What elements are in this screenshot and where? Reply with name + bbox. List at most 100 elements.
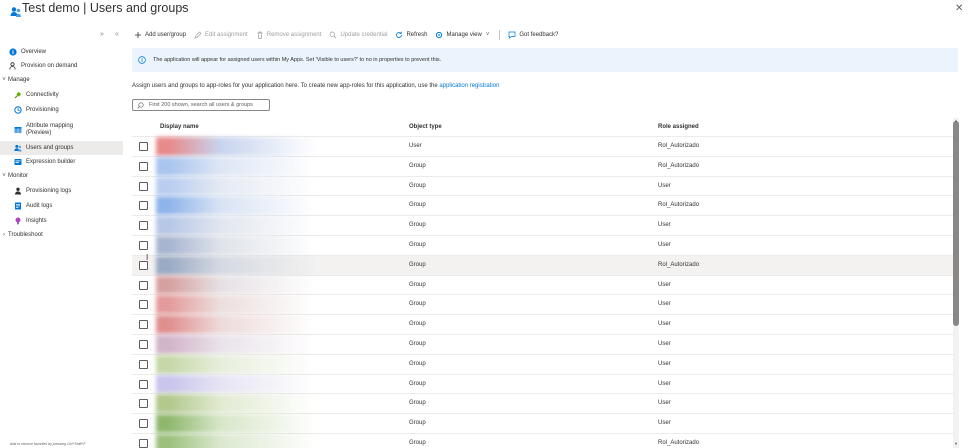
chevron-right-icon: › (3, 232, 5, 238)
object-type-cell: Group (409, 301, 426, 308)
table-row[interactable]: Group Rol_Autorizado (132, 433, 953, 448)
sidebar-item-insights[interactable]: Insights (0, 214, 123, 228)
table-row[interactable]: Group User (132, 295, 953, 316)
row-checkbox[interactable] (139, 419, 148, 429)
sidebar-item-users-and-groups[interactable]: Users and groups (0, 141, 123, 155)
row-checkbox[interactable] (139, 142, 148, 151)
feedback-icon (508, 31, 516, 39)
builder-icon (13, 158, 22, 167)
button-label: Manage view (446, 32, 482, 38)
object-type-cell: Group (409, 321, 426, 328)
scroll-down-arrow-icon[interactable]: ▼ (954, 441, 958, 446)
role-assigned-cell: Rol_Autorizado (658, 202, 700, 209)
row-checkbox[interactable] (139, 379, 148, 389)
redacted-display-name (156, 275, 316, 295)
row-checkbox[interactable] (139, 260, 148, 270)
row-checkbox[interactable] (139, 201, 148, 211)
page-title: Test demo | Users and groups (22, 1, 189, 15)
table-row[interactable]: Group User (132, 235, 953, 256)
object-type-cell: Group (409, 281, 426, 288)
sidebar-item-overview[interactable]: Overview (0, 45, 123, 59)
redacted-display-name (156, 295, 316, 315)
table-row[interactable]: Group User (132, 275, 953, 296)
column-header-role[interactable]: Role assigned (658, 124, 699, 130)
column-header-object-type[interactable]: Object type (409, 124, 442, 130)
row-checkbox[interactable] (139, 161, 148, 171)
sidebar-item-expression-builder[interactable]: Expression builder (0, 155, 123, 169)
role-assigned-cell: Rol_Autorizado (658, 143, 700, 149)
table-row[interactable]: Group Rol_Autorizado (132, 196, 953, 217)
redacted-display-name (156, 354, 316, 374)
close-button[interactable]: ✕ (955, 3, 963, 14)
scrollbar-thumb[interactable] (953, 121, 959, 326)
plug-icon (13, 91, 22, 100)
row-checkbox[interactable] (139, 280, 148, 290)
table-row[interactable]: Group User (132, 414, 953, 434)
sidebar-group-monitor[interactable]: ˅ Monitor (0, 169, 123, 183)
vertical-scrollbar[interactable] (953, 118, 959, 448)
sidebar-group-label: Monitor (8, 172, 29, 179)
sidebar-group-manage[interactable]: ˅ Manage (0, 73, 123, 87)
gear-icon (435, 31, 443, 39)
search-input[interactable] (149, 102, 267, 108)
sidebar-item-provisioning-logs[interactable]: Provisioning logs (0, 184, 123, 198)
scroll-up-arrow-icon[interactable]: ▲ (954, 118, 958, 123)
role-assigned-cell: Rol_Autorizado (658, 162, 700, 169)
app-registration-link[interactable]: application registration (439, 83, 499, 89)
edit-assignment-button[interactable]: Edit assignment (194, 31, 248, 39)
table-row[interactable]: Group User (132, 394, 953, 415)
row-checkbox[interactable] (139, 359, 148, 369)
object-type-cell: Group (409, 420, 426, 427)
remove-assignment-button[interactable]: Remove assignment (256, 31, 321, 39)
sidebar-item-audit-logs[interactable]: Audit logs (0, 199, 123, 213)
object-type-cell: Group (409, 439, 426, 446)
add-user-group-button[interactable]: Add user/group (134, 31, 186, 39)
redacted-display-name (156, 255, 316, 275)
sidebar-item-provisioning[interactable]: Provisioning (0, 103, 123, 117)
object-type-cell: Group (409, 162, 426, 169)
table-row[interactable]: User Rol_Autorizado (132, 137, 953, 157)
table-row[interactable]: Group User (132, 354, 953, 375)
feedback-button[interactable]: Got feedback? (508, 31, 558, 39)
row-checkbox[interactable] (139, 221, 148, 231)
text-cursor-icon: I (146, 253, 149, 262)
sidebar-item-label: Overview (21, 48, 47, 55)
provisioning-icon (13, 106, 22, 115)
more-actions-button[interactable]: ··· (178, 2, 187, 12)
redacted-display-name (156, 414, 316, 433)
sidebar-item-provision-on-demand[interactable]: Provision on demand (0, 59, 123, 73)
table-row[interactable]: Group User (132, 315, 953, 335)
row-checkbox[interactable] (139, 399, 148, 409)
column-header-display-name[interactable]: Display name (160, 124, 199, 130)
collapse-sidebar-button[interactable]: « (115, 31, 119, 38)
row-checkbox[interactable] (139, 320, 148, 330)
banner-text: The application will appear for assigned… (153, 57, 442, 63)
table-row[interactable]: Group Rol_Autorizado (132, 255, 953, 276)
table-row[interactable]: Group User (132, 216, 953, 236)
object-type-cell: Group (409, 360, 426, 367)
row-checkbox[interactable] (139, 339, 148, 349)
object-type-cell: Group (409, 340, 426, 347)
row-checkbox[interactable] (139, 438, 148, 448)
table-row[interactable]: Group Rol_Autorizado (132, 156, 953, 177)
mapping-icon (13, 126, 22, 135)
manage-view-button[interactable]: Manage view ˅ (435, 31, 489, 39)
redacted-display-name (156, 156, 316, 176)
expand-sidebar-button[interactable]: » (100, 31, 104, 38)
sidebar-group-troubleshoot[interactable]: › Troubleshoot (0, 228, 123, 242)
table-row[interactable]: Group User (132, 176, 953, 197)
row-checkbox[interactable] (139, 300, 148, 310)
sidebar-item-attribute-mapping[interactable]: Attribute mapping (Preview) (0, 120, 123, 140)
role-assigned-cell: User (658, 241, 671, 248)
redacted-display-name (156, 394, 316, 414)
row-checkbox[interactable] (139, 181, 148, 191)
redacted-display-name (156, 137, 316, 156)
row-checkbox[interactable] (139, 240, 148, 250)
refresh-button[interactable]: Refresh (395, 31, 427, 39)
sidebar-item-connectivity[interactable]: Connectivity (0, 88, 123, 102)
table-row[interactable]: Group User (132, 374, 953, 395)
key-search-icon (329, 31, 337, 39)
update-credential-button[interactable]: Update credential (329, 31, 387, 39)
person-icon (13, 187, 22, 196)
table-row[interactable]: Group User (132, 334, 953, 355)
